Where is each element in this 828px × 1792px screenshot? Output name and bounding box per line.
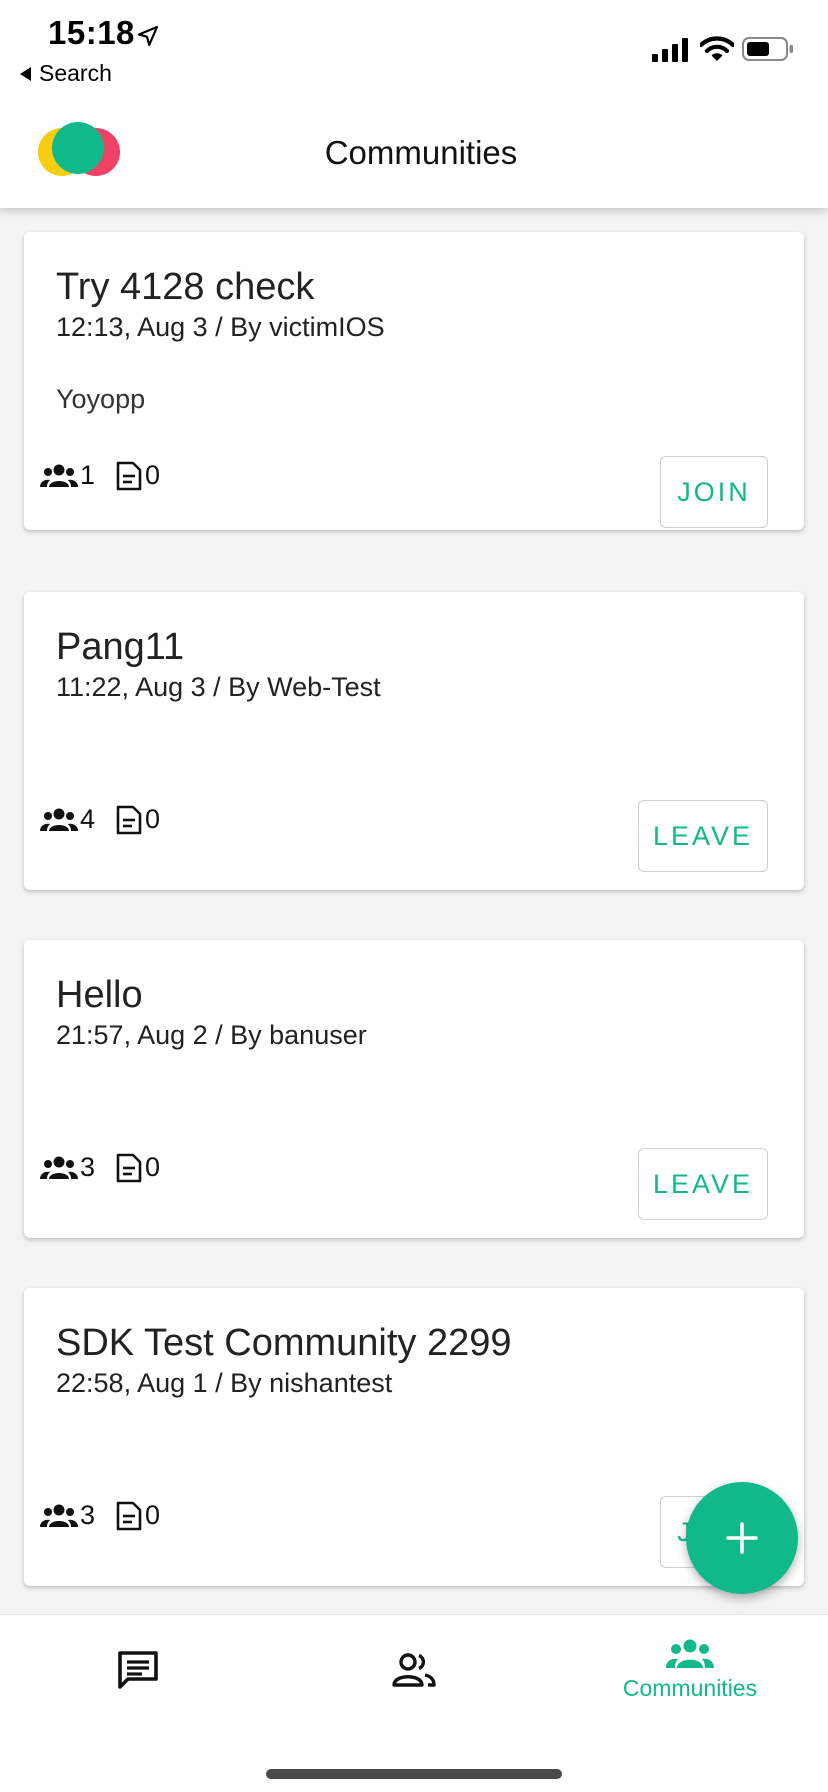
posts-icon xyxy=(116,461,142,490)
communities-icon xyxy=(666,1639,714,1668)
page-title: Communities xyxy=(324,134,518,171)
posts-stat: 0 xyxy=(115,1500,160,1531)
community-stats: 3 0 xyxy=(40,1152,180,1183)
members-stat: 3 xyxy=(40,1500,95,1531)
posts-count: 0 xyxy=(145,1152,161,1182)
nav-communities-label: Communities xyxy=(622,1674,758,1701)
posts-count: 0 xyxy=(145,1500,161,1530)
back-to-search[interactable]: Search xyxy=(20,60,112,87)
back-arrow-icon xyxy=(20,66,31,81)
members-count: 3 xyxy=(80,1500,96,1530)
wifi-icon xyxy=(700,36,734,61)
community-stats: 1 0 xyxy=(40,460,180,491)
status-time: 15:18 xyxy=(48,14,135,51)
cellular-signal-icon xyxy=(652,38,688,62)
members-count: 1 xyxy=(80,460,96,490)
location-arrow-icon xyxy=(137,25,159,47)
community-meta: 21:57, Aug 2 / By banuser xyxy=(56,1020,367,1050)
app-header: Communities xyxy=(0,96,828,208)
community-meta: 11:22, Aug 3 / By Web-Test xyxy=(56,672,381,702)
community-title: Try 4128 check xyxy=(56,266,315,308)
status-bar: 15:18 Search xyxy=(0,0,828,96)
community-card[interactable]: Try 4128 check 12:13, Aug 3 / By victimI… xyxy=(24,232,804,530)
posts-stat: 0 xyxy=(115,804,160,835)
members-icon xyxy=(40,1504,78,1527)
posts-count: 0 xyxy=(145,460,161,490)
community-title: Hello xyxy=(56,974,143,1016)
community-card[interactable]: Hello 21:57, Aug 2 / By banuser 3 0 LEAV… xyxy=(24,940,804,1238)
nav-chat[interactable] xyxy=(0,1615,276,1725)
battery-icon xyxy=(742,37,793,61)
members-stat: 1 xyxy=(40,460,95,491)
community-stats: 3 0 xyxy=(40,1500,180,1531)
members-icon xyxy=(40,464,78,487)
community-title: SDK Test Community 2299 xyxy=(56,1322,512,1364)
community-meta: 22:58, Aug 1 / By nishantest xyxy=(56,1368,393,1398)
members-icon xyxy=(40,1156,78,1179)
members-stat: 4 xyxy=(40,804,95,835)
members-count: 3 xyxy=(80,1152,96,1182)
chat-icon xyxy=(118,1651,158,1689)
nav-communities[interactable]: Communities xyxy=(552,1615,828,1725)
posts-icon xyxy=(116,1153,142,1182)
join-button[interactable]: JOIN xyxy=(660,456,768,528)
posts-stat: 0 xyxy=(115,1152,160,1183)
bottom-navigation: Communities xyxy=(0,1614,828,1792)
home-indicator[interactable] xyxy=(266,1769,562,1779)
community-list[interactable]: Try 4128 check 12:13, Aug 3 / By victimI… xyxy=(0,208,828,1613)
posts-icon xyxy=(116,1501,142,1530)
create-community-button[interactable] xyxy=(686,1482,798,1594)
plus-icon xyxy=(726,1522,758,1554)
nav-people[interactable] xyxy=(276,1615,552,1725)
posts-stat: 0 xyxy=(115,460,160,491)
community-stats: 4 0 xyxy=(40,804,180,835)
back-label: Search xyxy=(39,60,112,86)
members-count: 4 xyxy=(80,804,96,834)
members-stat: 3 xyxy=(40,1152,95,1183)
members-icon xyxy=(40,808,78,831)
leave-button[interactable]: LEAVE xyxy=(638,1148,768,1220)
leave-button[interactable]: LEAVE xyxy=(638,800,768,872)
community-meta: 12:13, Aug 3 / By victimIOS xyxy=(56,312,385,342)
posts-count: 0 xyxy=(145,804,161,834)
posts-icon xyxy=(116,805,142,834)
community-description: Yoyopp xyxy=(56,384,146,414)
community-title: Pang11 xyxy=(56,626,185,668)
community-card[interactable]: Pang11 11:22, Aug 3 / By Web-Test 4 0 LE… xyxy=(24,592,804,890)
people-icon xyxy=(392,1653,436,1687)
